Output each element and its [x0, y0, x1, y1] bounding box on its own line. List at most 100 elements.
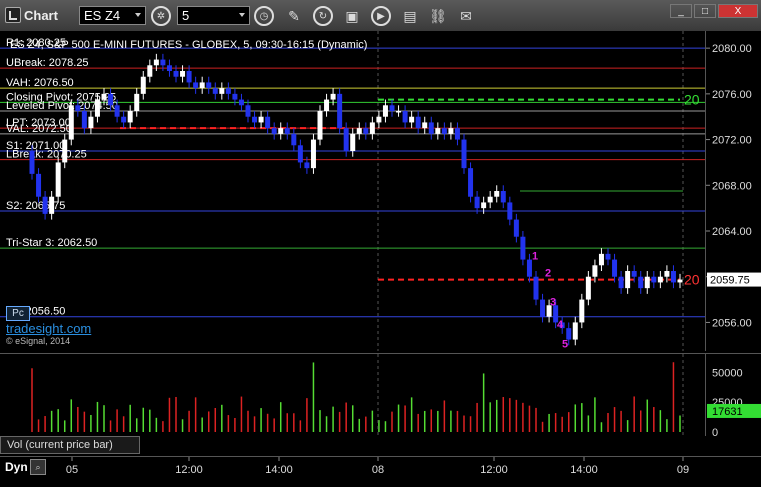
candle-body [297, 145, 303, 163]
candle-body [186, 71, 192, 83]
candle-body [291, 133, 297, 146]
candle-body [651, 276, 657, 283]
level-label: S2: 2065.75 [6, 200, 65, 212]
price-tick-label: 2076.00 [712, 89, 752, 101]
price-axis[interactable]: 2080.002076.002072.002068.002064.002060.… [705, 31, 761, 351]
candle-body [376, 116, 382, 123]
candle-body [101, 93, 107, 100]
candle-body [657, 276, 663, 283]
chevron-down-icon[interactable] [239, 13, 245, 17]
symbol-value: ES Z4 [84, 8, 121, 23]
candle-body [134, 93, 140, 111]
close-button[interactable]: X [718, 4, 758, 18]
candle-body [487, 196, 493, 203]
dyn-label[interactable]: Dyn [5, 460, 28, 474]
candle-body [402, 111, 408, 123]
volume-axis-svg: 5000025000017631 [707, 367, 761, 439]
candle-body [310, 139, 316, 169]
candle-body [598, 253, 604, 266]
candle-body [428, 122, 434, 134]
candle-body [572, 322, 578, 340]
toolbox-icon[interactable]: ▤ [400, 6, 420, 26]
price-tick-label: 2072.00 [712, 135, 752, 147]
candle-body [507, 202, 513, 220]
candle-body [160, 59, 166, 66]
candle-body [62, 139, 68, 163]
candle-body [219, 88, 225, 94]
candle-body [664, 271, 670, 277]
candle-body [363, 128, 369, 134]
pencil-icon[interactable]: ✎ [284, 6, 304, 26]
price-tick-label: 2080.00 [712, 43, 752, 55]
candle-body [271, 128, 277, 134]
candle-body [114, 105, 120, 117]
candle-body [245, 105, 251, 117]
candle-body [304, 162, 310, 169]
candle-body [317, 111, 323, 140]
candle-body [454, 128, 460, 140]
time-tick-label: 12:00 [175, 464, 203, 476]
symbol-input[interactable]: ES Z4 [79, 6, 146, 25]
interval-value: 5 [182, 8, 190, 23]
current-volume-label: 17631 [712, 406, 743, 418]
candle-body [579, 299, 585, 323]
candle-body [520, 236, 526, 260]
link-icon[interactable]: ⛓ [428, 6, 448, 26]
time-tick-label: 05 [66, 464, 78, 476]
time-tick-label: 12:00 [480, 464, 508, 476]
current-price-label: 2059.75 [710, 275, 750, 287]
pc-button[interactable]: Pc [6, 306, 30, 321]
volume-pane[interactable] [0, 353, 705, 436]
zoom-icon[interactable]: ⌕ [30, 459, 46, 475]
candle-body [173, 71, 179, 77]
volume-tick-label: 0 [712, 427, 718, 436]
candle-body [127, 111, 133, 123]
candle-body [461, 139, 467, 169]
candle-body [474, 196, 480, 209]
time-axis[interactable]: 05 12:00 14:00 08 12:00 14:00 09 [0, 456, 761, 482]
candle-body [540, 299, 546, 317]
candle-body [180, 71, 186, 77]
candle-body [75, 105, 81, 111]
candle-body [94, 99, 100, 117]
volume-axis[interactable]: 50000 25000 0 17631 [705, 353, 761, 439]
count-marker: 5 [562, 339, 568, 351]
chart-header: ES Z4, S&P 500 E-MINI FUTURES - GLOBEX, … [10, 39, 367, 51]
candle-body [500, 191, 506, 203]
study-icon[interactable]: ▣ [342, 6, 362, 26]
count-marker: 3 [550, 296, 556, 308]
candle-body [199, 82, 205, 89]
chevron-down-icon[interactable] [135, 13, 141, 17]
level-label: UBreak: 2078.25 [6, 57, 89, 69]
candle-body [337, 93, 343, 129]
refresh-icon[interactable]: ↻ [313, 6, 333, 26]
level-label: VAH: 2076.50 [6, 77, 74, 89]
time-tick-label: 14:00 [570, 464, 598, 476]
level-label: Tri-Star 3: 2062.50 [6, 237, 97, 249]
candle-body [147, 65, 153, 77]
play-icon[interactable]: ▶ [371, 6, 391, 26]
candle-body [232, 93, 238, 100]
candle-body [494, 191, 500, 197]
candle-body [324, 99, 330, 111]
time-axis-svg: 05 12:00 14:00 08 12:00 14:00 09 [66, 457, 689, 476]
candle-body [330, 93, 336, 100]
brand-link[interactable]: tradesight.com [6, 321, 91, 336]
volume-study-label[interactable]: Vol (current price bar) [0, 436, 140, 454]
count-marker: 4 [557, 319, 564, 331]
settings-gear-icon[interactable]: ✲ [151, 6, 171, 26]
interval-select[interactable]: 5 [177, 6, 250, 25]
candle-body [284, 128, 290, 134]
candle-body [206, 82, 212, 89]
candle-body [670, 271, 676, 283]
level-label: LBreak: 2070.25 [6, 149, 87, 161]
candle-body [36, 173, 42, 197]
clock-icon[interactable]: ◷ [254, 6, 274, 26]
message-icon[interactable]: ✉ [456, 6, 476, 26]
level-label: Leveled Pivot: 2074.50 [6, 100, 118, 112]
price-chart[interactable]: R1: 2080.25 UBreak: 2078.25 VAH: 2076.50 Cl… [0, 31, 705, 365]
maximize-button[interactable]: □ [694, 4, 716, 18]
level-label: VAL: 2072.50 [6, 123, 72, 135]
minimize-button[interactable]: _ [670, 4, 692, 18]
app-title: Chart [24, 8, 58, 23]
